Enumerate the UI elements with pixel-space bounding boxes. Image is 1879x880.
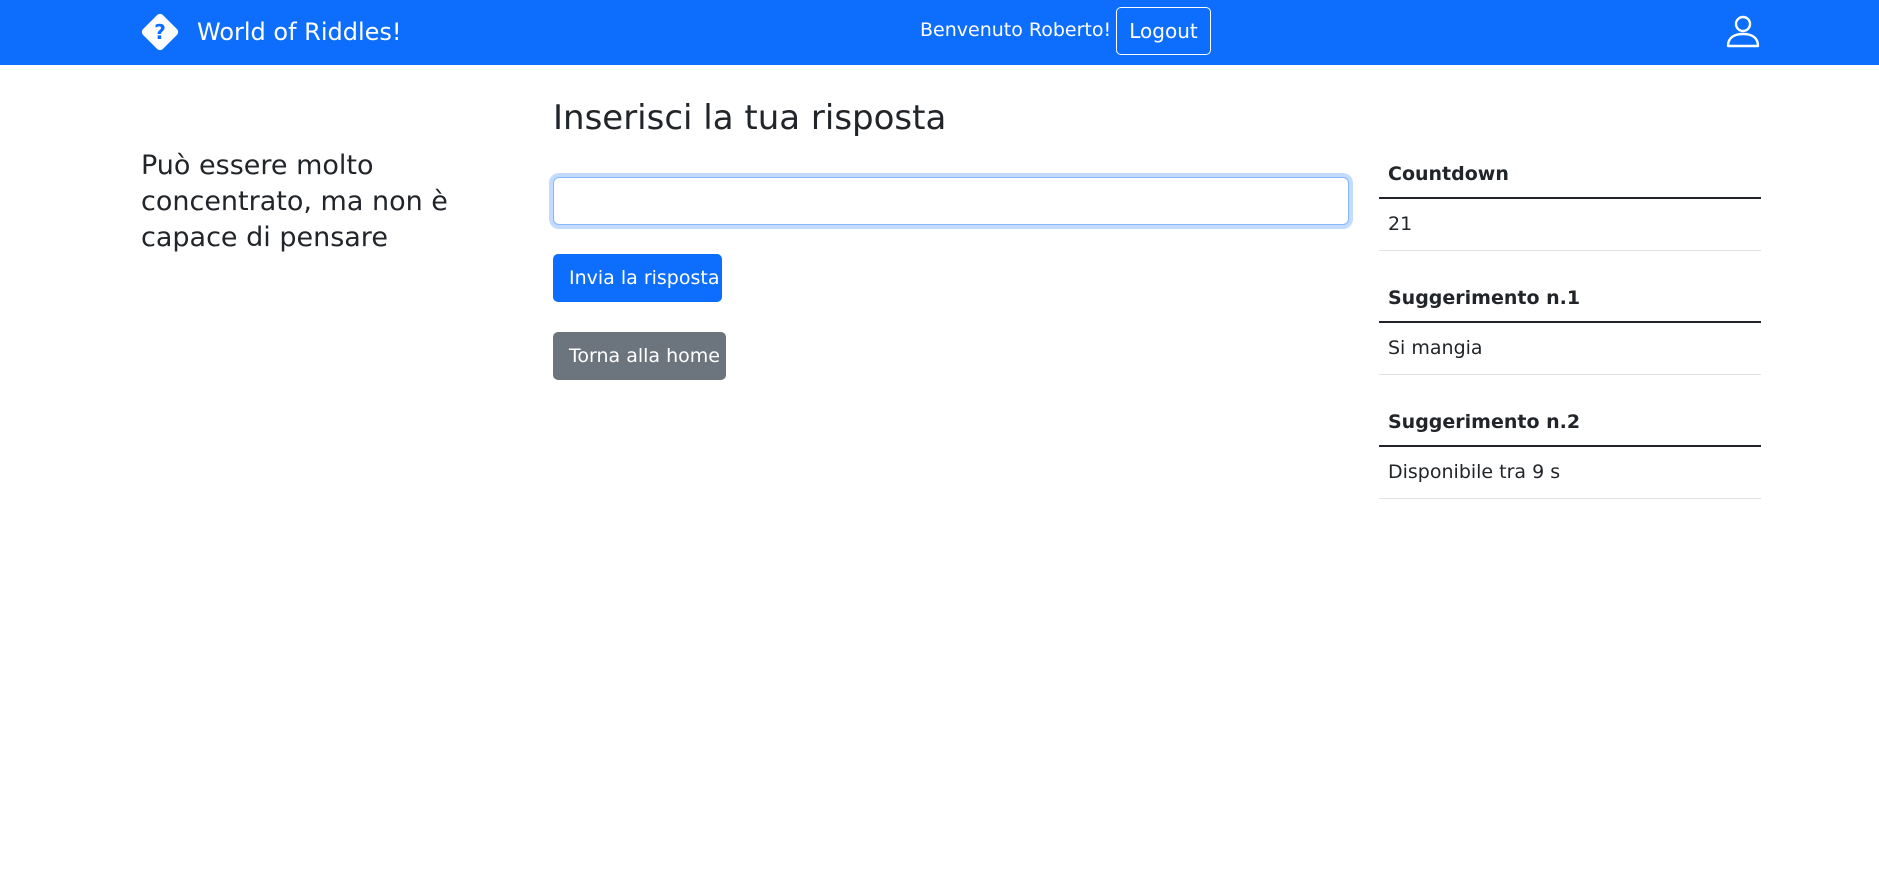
hint1-header-row: Suggerimento n.1 — [1379, 274, 1761, 323]
answer-title: Inserisci la tua risposta — [553, 98, 947, 138]
hint1-header: Suggerimento n.1 — [1379, 274, 1761, 323]
countdown-value: 21 — [1379, 198, 1761, 251]
welcome-text: Benvenuto Roberto! — [920, 19, 1112, 41]
countdown-value-row: 21 — [1379, 198, 1761, 251]
hint1-value: Si mangia — [1379, 322, 1761, 375]
back-home-button[interactable]: Torna alla home — [553, 332, 726, 380]
hint2-header: Suggerimento n.2 — [1379, 398, 1761, 447]
question-diamond-icon: ? — [140, 12, 180, 52]
countdown-header: Countdown — [1379, 150, 1761, 199]
answer-input[interactable] — [553, 177, 1349, 225]
hint2-value-row: Disponibile tra 9 s — [1379, 446, 1761, 499]
table-spacer — [1379, 374, 1761, 398]
info-table: Countdown 21 Suggerimento n.1 Si mangia … — [1379, 150, 1761, 499]
svg-text:?: ? — [154, 20, 166, 44]
brand-link[interactable]: ? World of Riddles! — [140, 12, 402, 52]
hint1-value-row: Si mangia — [1379, 322, 1761, 375]
person-icon[interactable] — [1725, 13, 1761, 49]
hint2-value: Disponibile tra 9 s — [1379, 446, 1761, 499]
brand-title: World of Riddles! — [197, 18, 402, 46]
submit-answer-button[interactable]: Invia la risposta — [553, 254, 722, 302]
hint2-header-row: Suggerimento n.2 — [1379, 398, 1761, 447]
countdown-header-row: Countdown — [1379, 150, 1761, 199]
navbar: ? World of Riddles! Benvenuto Roberto! L… — [0, 0, 1879, 65]
table-spacer — [1379, 250, 1761, 274]
riddle-text: Può essere molto concentrato, ma non è c… — [141, 150, 448, 253]
logout-button[interactable]: Logout — [1116, 7, 1211, 55]
